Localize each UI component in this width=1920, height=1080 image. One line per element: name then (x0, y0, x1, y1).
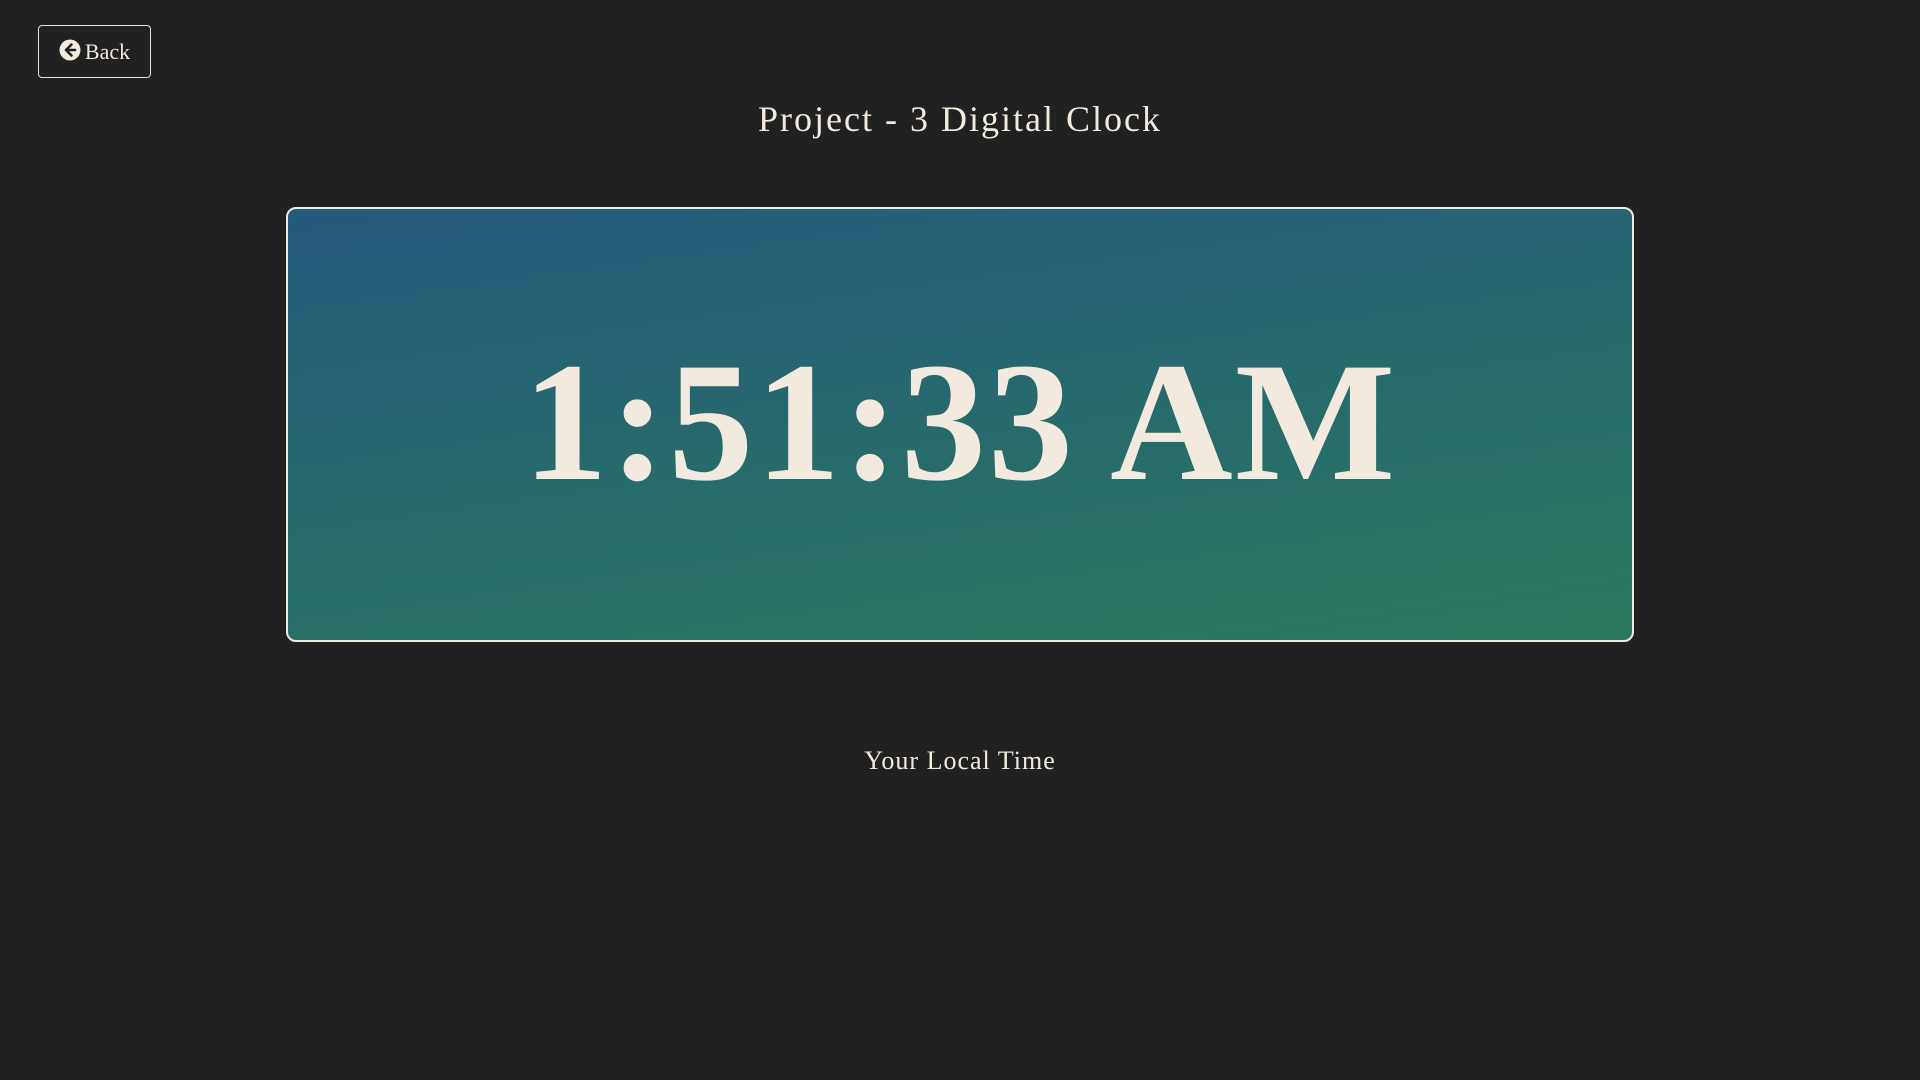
back-button[interactable]: Back (38, 25, 151, 78)
back-button-label: Back (84, 38, 131, 64)
arrow-circle-left-icon (59, 39, 81, 61)
clock-caption: Your Local Time (864, 746, 1056, 775)
clock-display-card: 1:51:33 AM (286, 207, 1634, 642)
clock-time: 1:51:33 AM (522, 327, 1398, 516)
page-title: Project - 3 Digital Clock (758, 99, 1162, 139)
